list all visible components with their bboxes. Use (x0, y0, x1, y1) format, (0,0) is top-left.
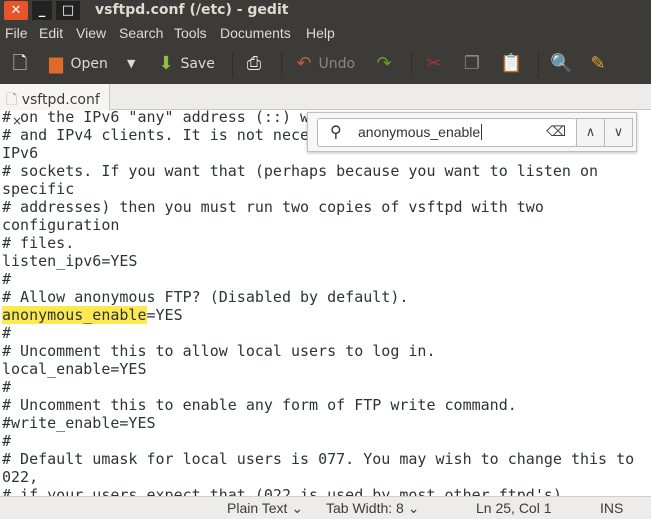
text-line: # Default umask for local users is 077. … (2, 450, 635, 468)
text-line: listen_ipv6=YES (2, 252, 138, 270)
status-bar: Plain Text ⌄ Tab Width: 8 ⌄ Ln 25, Col 1… (0, 496, 651, 519)
magnifier-icon: 🔍 (550, 53, 573, 74)
clear-search-icon[interactable]: ⌫ (546, 123, 566, 140)
toolbar: 🗋 ▆ Open ▼ ⬇ Save ⎙ ↶ Undo ↷ ✂ ❐ 📋 🔍 ✎ (0, 44, 651, 84)
undo-icon: ↶ (296, 53, 312, 74)
menu-help[interactable]: Help (306, 25, 335, 41)
line-rest: =YES (146, 306, 183, 324)
redo-button[interactable]: ↷ (374, 52, 394, 76)
text-line: anonymous_enable=YES (2, 306, 651, 324)
text-line: specific (2, 180, 75, 198)
document-icon: 🗋 (6, 92, 18, 108)
tab-bar: 🗋 vsftpd.conf × (0, 84, 651, 128)
previous-match-button[interactable]: ∧ (576, 118, 605, 147)
save-icon: ⬇ (158, 53, 174, 74)
paste-button[interactable]: 📋 (500, 52, 523, 76)
separator (411, 52, 412, 78)
open-label: Open (70, 56, 108, 72)
undo-label: Undo (318, 56, 356, 72)
minimize-window-button[interactable]: _ (32, 1, 52, 20)
separator (538, 52, 539, 78)
menu-tools[interactable]: Tools (174, 25, 207, 41)
text-line: # Allow anonymous FTP? (Disabled by defa… (2, 288, 409, 306)
text-line: 022, (2, 468, 39, 486)
text-line: # Uncomment this to enable any form of F… (2, 396, 517, 414)
search-input[interactable]: ⚲ anonymous_enable ⌫ (317, 118, 577, 147)
folder-icon: ▆ (49, 53, 63, 74)
text-line: # if your users expect that (022 is used… (2, 486, 562, 496)
new-document-icon: 🗋 (12, 53, 28, 74)
text-line: # (2, 324, 12, 342)
new-button[interactable]: 🗋 (10, 52, 30, 76)
text-line: # Uncomment this to allow local users to… (2, 342, 436, 360)
paste-icon: 📋 (500, 53, 523, 74)
cut-button[interactable]: ✂ (424, 52, 444, 76)
cursor-position: Ln 25, Col 1 (476, 500, 552, 516)
save-label: Save (180, 56, 215, 72)
menu-file[interactable]: File (5, 25, 28, 41)
search-popup: ⚲ anonymous_enable ⌫ ∧ ∨ (307, 112, 637, 152)
find-replace-icon: ✎ (590, 53, 606, 74)
close-window-button[interactable]: ✕ (4, 1, 28, 20)
tab-width-selector[interactable]: Tab Width: 8 ⌄ (326, 500, 419, 517)
text-line: local_enable=YES (2, 360, 147, 378)
text-line: # (2, 270, 12, 288)
copy-icon: ❐ (463, 53, 481, 74)
text-line: # (2, 432, 12, 450)
language-selector[interactable]: Plain Text ⌄ (227, 500, 303, 517)
text-line: configuration (2, 216, 120, 234)
save-button[interactable]: ⬇ Save (156, 52, 215, 76)
text-line: # addresses) then you must run two copie… (2, 198, 544, 216)
text-line: # sockets. If you want that (perhaps bec… (2, 162, 599, 180)
search-match-highlight: anonymous_enable (2, 306, 147, 324)
printer-icon: ⎙ (246, 53, 262, 74)
copy-button[interactable]: ❐ (462, 52, 482, 76)
text-line: #write_enable=YES (2, 414, 156, 432)
tab-vsftpd-conf[interactable]: 🗋 vsftpd.conf × (0, 84, 110, 128)
redo-icon: ↷ (376, 53, 392, 74)
menu-edit[interactable]: Edit (39, 25, 63, 41)
separator (281, 52, 282, 78)
separator (232, 52, 233, 78)
tab-label: vsftpd.conf (21, 92, 100, 108)
find-button[interactable]: 🔍 (550, 52, 573, 76)
title-bar: ✕ _ □ vsftpd.conf (/etc) - gedit (0, 0, 651, 22)
scissors-icon: ✂ (426, 53, 442, 74)
maximize-window-button[interactable]: □ (56, 1, 80, 20)
text-editor[interactable]: # on the IPv6 "any" address (::) w # and … (0, 108, 651, 496)
text-line: # (2, 378, 12, 396)
menu-search[interactable]: Search (119, 25, 163, 41)
insert-mode: INS (600, 500, 624, 516)
open-recent-dropdown[interactable]: ▼ (127, 52, 135, 76)
search-icon: ⚲ (330, 124, 342, 141)
print-button[interactable]: ⎙ (244, 52, 264, 76)
menu-documents[interactable]: Documents (220, 25, 291, 41)
replace-button[interactable]: ✎ (588, 52, 608, 76)
undo-button[interactable]: ↶ Undo (294, 52, 355, 76)
open-button[interactable]: ▆ Open (46, 52, 108, 76)
search-value: anonymous_enable (358, 124, 481, 140)
menu-view[interactable]: View (76, 25, 106, 41)
next-match-button[interactable]: ∨ (604, 118, 633, 147)
text-line: # files. (2, 234, 75, 252)
menu-bar: File Edit View Search Tools Documents He… (0, 22, 651, 44)
window-title: vsftpd.conf (/etc) - gedit (95, 2, 289, 18)
